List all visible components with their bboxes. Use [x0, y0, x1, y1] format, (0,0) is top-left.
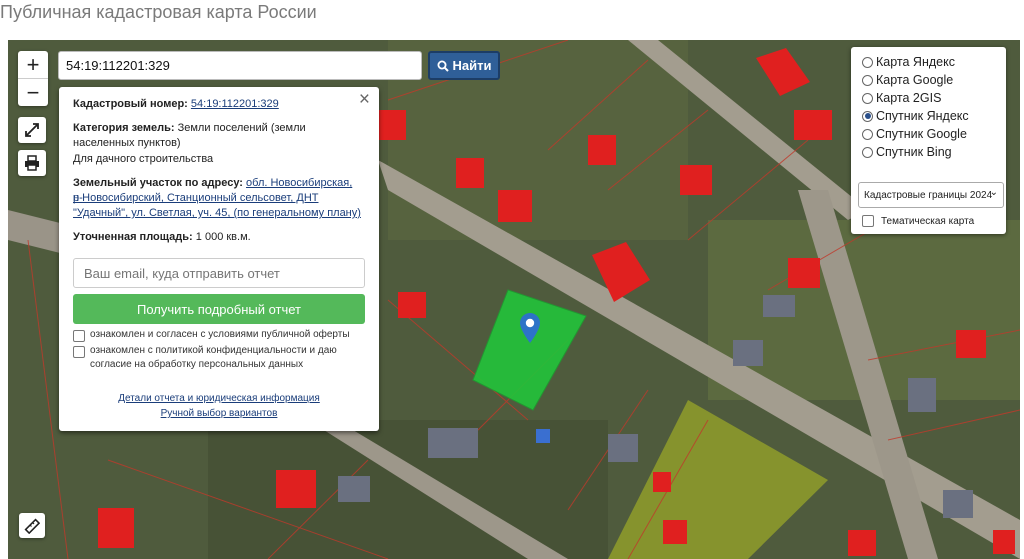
privacy-consent-row[interactable]: ознакомлен с политикой конфиденциальност… — [73, 344, 369, 372]
radio-button[interactable] — [862, 74, 873, 86]
offer-consent-text: ознакомлен и согласен с условиями публич… — [90, 329, 350, 340]
land-category-label: Категория земель: — [73, 122, 175, 134]
offer-consent-row[interactable]: ознакомлен и согласен с условиями публич… — [73, 328, 369, 342]
map-marker-icon[interactable] — [520, 313, 540, 349]
layer-option-yandex-satellite[interactable]: Спутник Яндекс — [862, 109, 969, 123]
radio-button[interactable] — [862, 92, 873, 104]
layer-option-label: Спутник Bing — [876, 145, 952, 159]
layer-option-label: Карта Google — [876, 73, 954, 87]
address-label: Земельный участок по адресу: — [73, 177, 243, 189]
fullscreen-button[interactable] — [18, 117, 46, 143]
privacy-consent-text-2: согласие на обработку персональных данны… — [90, 359, 304, 370]
layer-option-label: Спутник Яндекс — [876, 109, 969, 123]
search-icon — [437, 60, 449, 72]
land-usage: Для дачного строительства — [73, 153, 214, 165]
expand-icon — [25, 123, 39, 137]
zoom-controls: + − — [18, 51, 48, 106]
measure-button[interactable] — [19, 513, 45, 538]
thematic-map-toggle[interactable]: Тематическая карта — [862, 215, 974, 227]
search-button[interactable]: Найти — [428, 51, 500, 80]
map-view[interactable]: + − Найти × Кадастровый номер: 54:19:112… — [8, 40, 1020, 559]
thematic-map-label: Тематическая карта — [881, 215, 975, 227]
cadastral-number-link[interactable]: 54:19:112201:329 — [191, 98, 279, 110]
zoom-out-button[interactable]: − — [18, 78, 48, 106]
layer-option-bing-satellite[interactable]: Спутник Bing — [862, 145, 952, 159]
search-button-label: Найти — [452, 58, 492, 73]
layer-switcher-panel: Карта Яндекс Карта Google Карта 2GIS Спу… — [851, 47, 1006, 234]
area-label: Уточненная площадь: — [73, 231, 193, 243]
radio-button[interactable] — [862, 146, 873, 158]
cadastral-number-label: Кадастровый номер: — [73, 98, 188, 110]
privacy-consent-checkbox[interactable] — [73, 346, 85, 358]
chevron-down-icon: ⌄ — [989, 187, 998, 198]
printer-icon — [25, 155, 39, 171]
offer-consent-checkbox[interactable] — [73, 330, 85, 342]
report-details-link[interactable]: Детали отчета и юридическая информация — [59, 393, 379, 404]
layer-option-google-satellite[interactable]: Спутник Google — [862, 127, 967, 141]
layer-option-2gis-map[interactable]: Карта 2GIS — [862, 91, 941, 105]
layer-option-label: Карта 2GIS — [876, 91, 942, 105]
privacy-consent-text-1: ознакомлен с политикой конфиденциальност… — [90, 345, 337, 356]
radio-button-selected[interactable] — [862, 110, 873, 122]
page-title: Публичная кадастровая карта России — [0, 2, 317, 22]
address-link-line3[interactable]: "Удачный", ул. Светлая, уч. 45, (по гене… — [73, 207, 361, 219]
layer-option-google-map[interactable]: Карта Google — [862, 73, 953, 87]
parcel-info-panel: × Кадастровый номер: 54:19:112201:329 Ка… — [59, 87, 379, 431]
zoom-in-button[interactable]: + — [18, 51, 48, 78]
print-button[interactable] — [18, 150, 46, 176]
address-link-line2[interactable]: н Новосибирский, Станционный сельсовет, … — [73, 192, 318, 204]
layer-option-yandex-map[interactable]: Карта Яндекс — [862, 55, 955, 69]
ruler-icon — [24, 518, 40, 534]
cadastral-number-row: Кадастровый номер: 54:19:112201:329 — [73, 97, 365, 112]
email-field[interactable] — [73, 258, 365, 288]
manual-selection-link[interactable]: Ручной выбор вариантов — [59, 408, 379, 419]
area-value: 1 000 кв.м. — [195, 231, 251, 243]
address-line2[interactable]: н Новосибирский, Станционный сельсовет, … — [73, 191, 365, 206]
cadastral-search-input[interactable] — [58, 51, 422, 80]
thematic-map-checkbox[interactable] — [862, 215, 874, 227]
radio-button[interactable] — [862, 128, 873, 140]
layer-option-label: Карта Яндекс — [876, 55, 955, 69]
cadastral-layer-select[interactable]: Кадастровые границы 2024 ⌄ — [858, 182, 1004, 208]
land-category-row: Категория земель: Земли поселений (земли… — [73, 121, 365, 151]
cadastral-layer-select-value: Кадастровые границы 2024 — [864, 189, 993, 201]
layer-option-label: Спутник Google — [876, 127, 967, 141]
radio-button[interactable] — [862, 56, 873, 68]
address-line3[interactable]: "Удачный", ул. Светлая, уч. 45, (по гене… — [73, 206, 365, 221]
area-row: Уточненная площадь: 1 000 кв.м. — [73, 230, 365, 245]
get-report-button[interactable]: Получить подробный отчет — [73, 294, 365, 324]
